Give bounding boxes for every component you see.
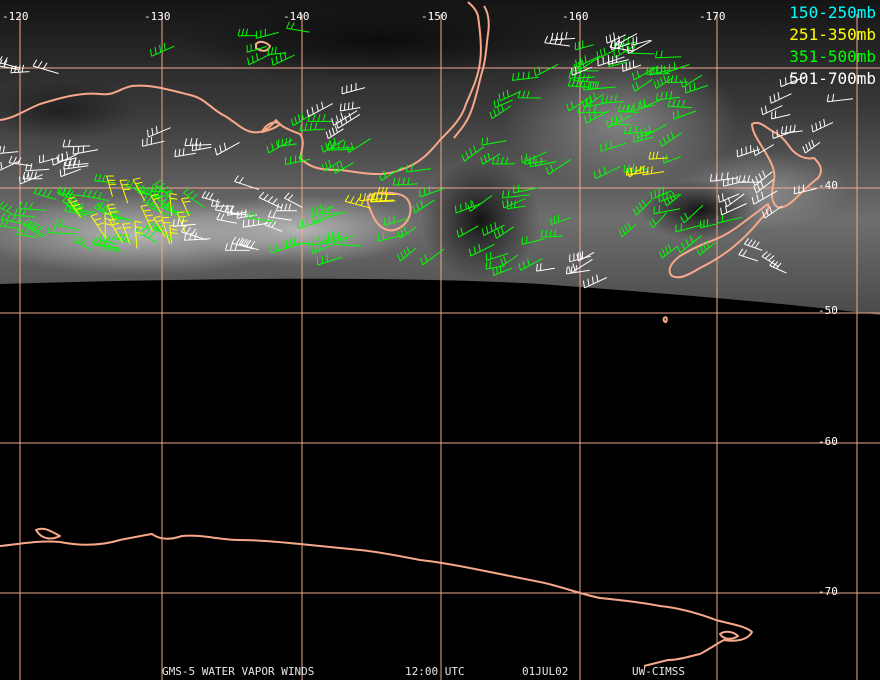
antarctica-islands [35,527,739,640]
caption-time: 12:00 UTC [405,665,465,678]
longitude-label-170w: -170 [699,10,726,23]
longitude-label-130w: -130 [144,10,171,23]
pressure-level-legend: 150-250mb 251-350mb 351-500mb 501-700mb [789,2,876,90]
latitude-label-60s: -60 [818,435,838,448]
latitude-label-70s: -70 [818,585,838,598]
caption-product: GMS-5 WATER VAPOR WINDS [162,665,315,678]
legend-item-251-350mb: 251-350mb [789,25,876,44]
caption-source: UW-CIMSS [632,665,685,678]
latitude-label-50s: -50 [818,304,838,317]
longitude-label-120w: -120 [2,10,29,23]
longitude-label-140w: -140 [283,10,310,23]
satellite-imagery [0,0,880,315]
longitude-label-160w: -160 [562,10,589,23]
antarctica-coastline [0,533,753,667]
caption-date: 01JUL02 [522,665,569,678]
legend-item-501-700mb: 501-700mb [789,69,876,88]
image-caption: GMS-5 WATER VAPOR WINDS 12:00 UTC 01JUL0… [0,665,880,679]
water-vapor-wind-map [0,0,880,680]
chatham-island [662,316,668,323]
legend-item-150-250mb: 150-250mb [789,3,876,22]
latitude-label-40s: -40 [818,179,838,192]
legend-item-351-500mb: 351-500mb [789,47,876,66]
longitude-label-150w: -150 [421,10,448,23]
